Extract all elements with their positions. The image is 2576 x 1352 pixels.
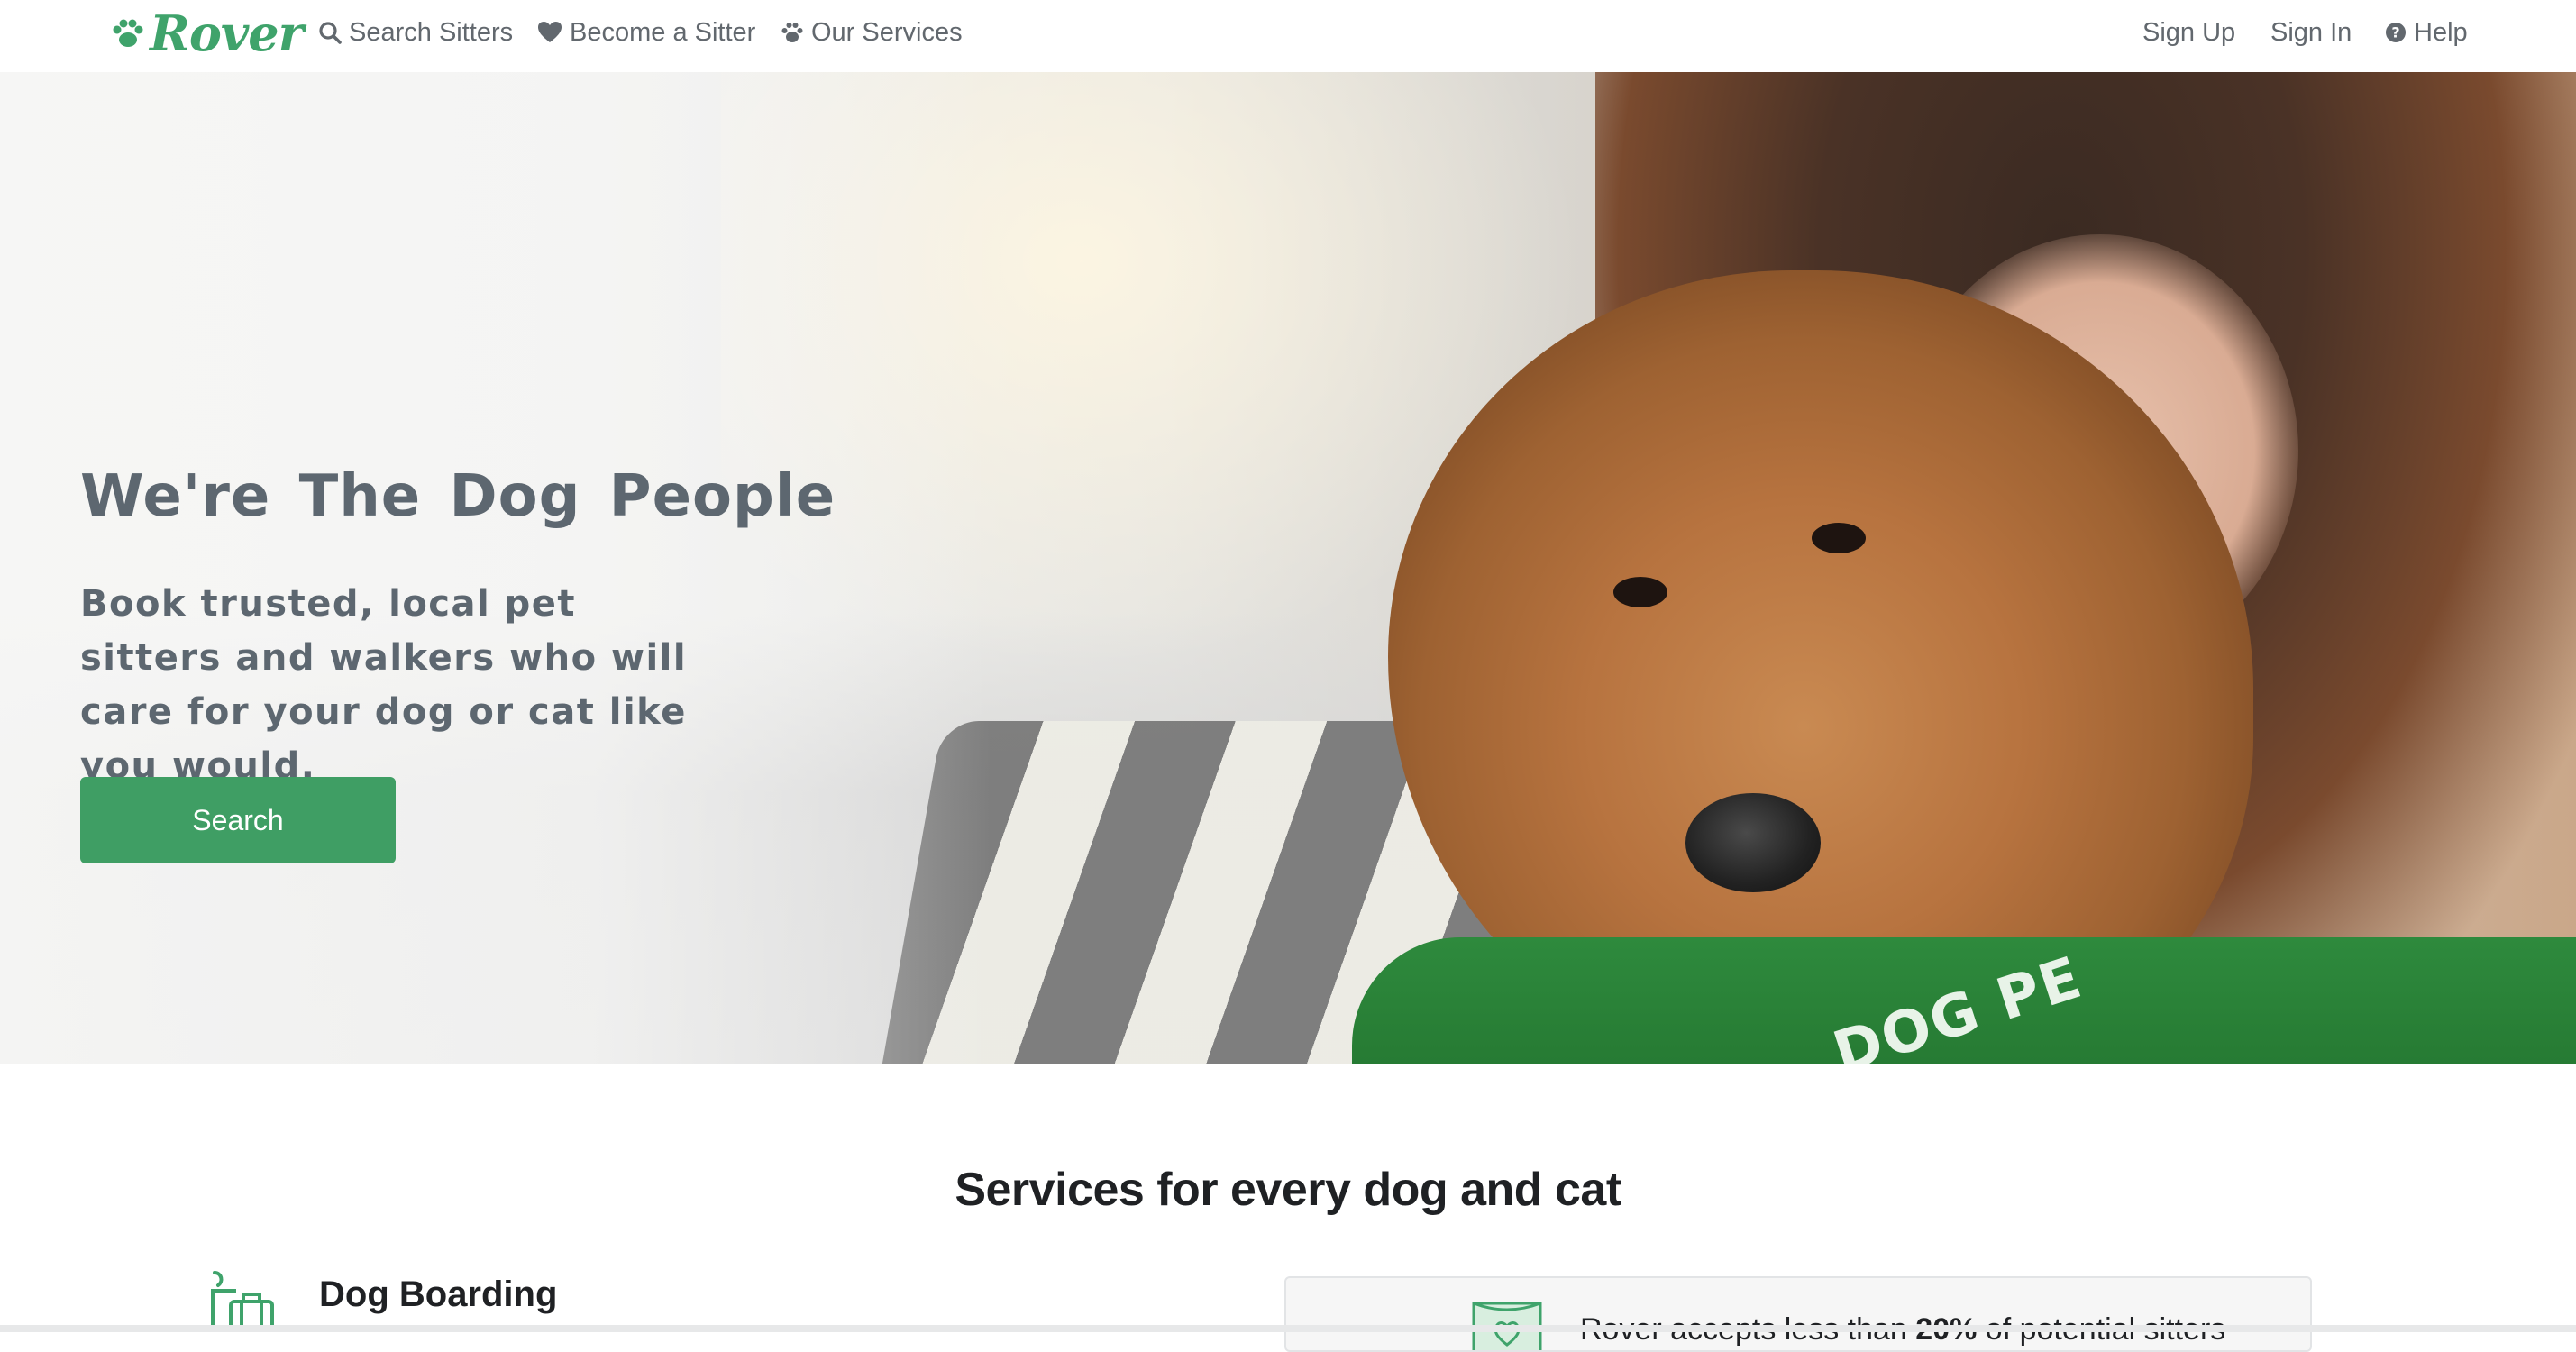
hero-dog-nose: [1685, 793, 1821, 892]
service-title: Dog Boarding: [319, 1274, 558, 1314]
dog-boarding-icon: [211, 1271, 274, 1332]
nav-search-sitters-label: Search Sitters: [349, 17, 514, 47]
logo-text: Rover: [150, 5, 304, 62]
sign-in-link[interactable]: Sign In: [2270, 14, 2352, 50]
services-heading: Services for every dog and cat: [955, 1164, 1621, 1216]
sign-up-label: Sign Up: [2142, 17, 2236, 47]
hero-banner: DOG PE We're The Dog People Book trusted…: [0, 72, 2576, 1064]
hero-subtitle: Book trusted, local pet sitters and walk…: [80, 583, 688, 787]
hero-dog-eye-left: [1613, 577, 1667, 607]
viewport-bottom-edge: [0, 1325, 2576, 1332]
question-circle-icon: ?: [2386, 23, 2406, 42]
hero-dog-eye-right: [1812, 523, 1866, 553]
nav-search-sitters[interactable]: Search Sitters: [318, 14, 513, 50]
paw-icon: [113, 19, 143, 47]
paw-icon: [781, 23, 803, 42]
sign-up-link[interactable]: Sign Up: [2142, 14, 2235, 50]
help-label: Help: [2414, 17, 2468, 47]
nav-become-a-sitter[interactable]: Become a Sitter: [537, 14, 755, 50]
rover-logo[interactable]: Rover: [110, 4, 304, 63]
search-icon: [319, 22, 342, 44]
help-link[interactable]: ? Help: [2385, 14, 2468, 50]
nav-our-services-label: Our Services: [811, 17, 963, 47]
hero-title: We're The Dog People: [80, 463, 836, 530]
nav-become-a-sitter-label: Become a Sitter: [570, 17, 756, 47]
hero-search-button[interactable]: Search: [80, 777, 396, 863]
trust-card: Rover accepts less than 20% of potential…: [1284, 1276, 2312, 1352]
nav-our-services[interactable]: Our Services: [781, 14, 963, 50]
top-nav: Rover Search Sitters Become a Sitter Our…: [0, 0, 2576, 73]
hero-text-backdrop: [0, 72, 991, 1064]
heart-icon: [538, 22, 562, 42]
sign-in-label: Sign In: [2270, 17, 2352, 47]
svg-text:?: ?: [2391, 24, 2399, 41]
